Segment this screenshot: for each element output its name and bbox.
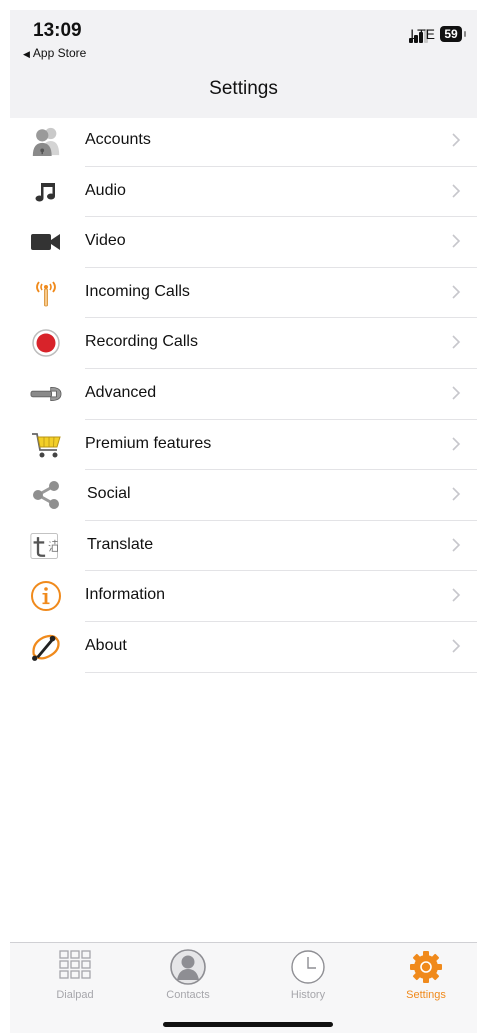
tab-label: Settings [406,989,446,1001]
settings-item-recording-calls[interactable]: Recording Calls [10,318,477,369]
tab-settings[interactable]: Settings [381,947,471,1001]
settings-item-label: Video [85,232,126,250]
back-app-label: App Store [32,46,87,60]
settings-item-information[interactable]: Information [10,571,477,622]
share-icon [30,479,62,511]
home-indicator[interactable] [163,1022,333,1027]
settings-item-label: Translate [87,535,154,553]
tab-dialpad[interactable]: Dialpad [30,947,120,1001]
chevron-right-icon [452,234,461,248]
settings-item-premium-features[interactable]: Premium features [10,420,477,471]
settings-item-label: Advanced [85,383,157,401]
settings-item-label: Social [87,485,131,503]
chevron-right-icon [452,335,461,349]
clock-icon [288,947,328,987]
tab-label: Contacts [166,989,210,1001]
back-triangle-icon: ◀ [23,49,30,59]
back-to-app-store[interactable]: ◀ App Store [23,46,86,60]
tab-label: Dialpad [56,989,94,1001]
shopping-cart-icon [30,429,62,461]
tab-bar: Dialpad Contacts History Settings [10,942,477,1033]
settings-item-incoming-calls[interactable]: Incoming Calls [10,268,477,319]
settings-item-advanced[interactable]: Advanced [10,369,477,420]
settings-item-label: Premium features [85,434,212,452]
settings-item-label: Accounts [85,131,151,148]
tab-label: History [290,989,326,1001]
about-icon [30,631,62,663]
settings-item-social[interactable]: Social [10,470,477,521]
settings-item-about[interactable]: About [10,622,477,673]
chevron-right-icon [452,487,461,501]
chevron-right-icon [452,588,461,602]
settings-item-video[interactable]: Video [10,217,477,268]
tab-history[interactable]: History [263,947,353,1001]
wrench-icon [30,378,62,410]
settings-item-audio[interactable]: Audio [10,167,477,218]
info-icon [30,580,62,612]
chevron-right-icon [452,436,461,451]
chevron-right-icon [452,285,461,299]
page-title: Settings [209,78,278,99]
gear-icon [406,947,446,987]
record-icon [30,327,62,359]
chevron-right-icon [452,538,461,552]
status-bar: 13:09 ◀ App Store LTE 59 [10,10,477,118]
settings-item-label: Audio [85,181,126,199]
dialpad-icon [55,947,95,987]
chevron-right-icon [452,133,461,147]
settings-item-label: About [85,636,127,654]
network-status: LTE 59 [410,26,466,42]
antenna-icon [30,277,62,309]
settings-item-translate[interactable]: Translate [10,521,477,572]
chevron-right-icon [452,386,461,400]
chevron-right-icon [452,639,461,653]
contacts-icon [168,947,208,987]
settings-item-accounts[interactable]: Accounts [10,116,477,167]
network-type: LTE [410,26,435,42]
settings-item-label: Recording Calls [85,333,198,351]
tab-contacts[interactable]: Contacts [143,947,233,1001]
accounts-icon [30,125,62,157]
settings-list: Accounts Audio Video Incoming Calls Reco… [10,116,477,673]
settings-item-label: Incoming Calls [85,282,190,300]
video-camera-icon [30,226,62,258]
chevron-right-icon [452,184,461,198]
translate-icon [30,530,62,562]
music-note-icon [30,176,62,208]
settings-item-label: Information [85,586,166,604]
battery-icon: 59 [440,26,466,42]
status-time: 13:09 [33,20,82,41]
